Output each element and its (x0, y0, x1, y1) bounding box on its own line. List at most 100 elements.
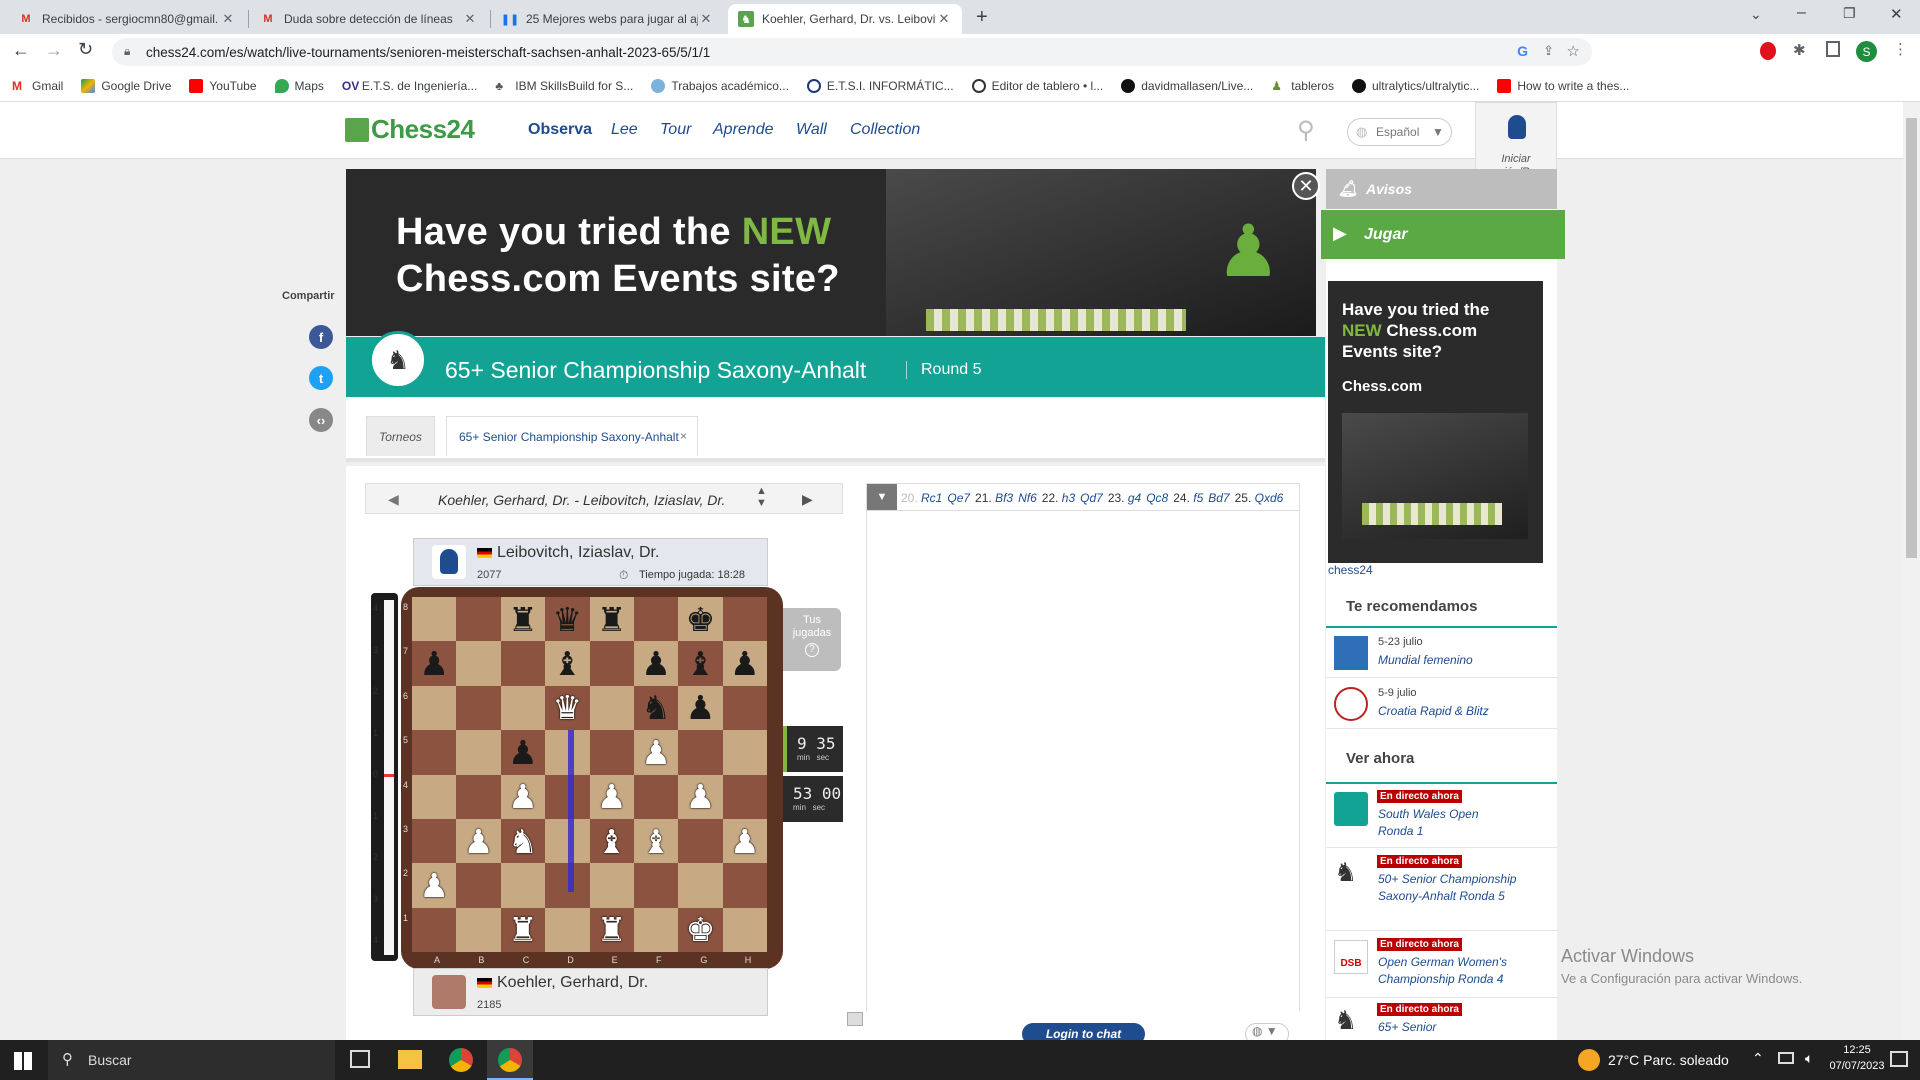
board-square[interactable]: ♛ (545, 597, 590, 642)
black-pawn-icon[interactable]: ♟ (641, 647, 671, 680)
board-square[interactable] (722, 774, 767, 819)
black-king-icon[interactable]: ♚ (686, 603, 716, 636)
board-square[interactable] (456, 907, 501, 952)
board-square[interactable] (589, 730, 634, 775)
minimize-icon[interactable]: – (1797, 4, 1806, 22)
language-select[interactable]: ◍ Español ▼ (1347, 118, 1452, 146)
sidebar-ad[interactable]: Have you tried the NEW Chess.com Events … (1328, 281, 1543, 563)
board-square[interactable] (500, 641, 546, 686)
list-item[interactable]: 5-23 julio Mundial femenino (1326, 628, 1557, 678)
move[interactable]: Qe7 (947, 491, 970, 505)
nav-aprende[interactable]: Aprende (713, 121, 774, 139)
board-square[interactable] (633, 774, 679, 819)
side-panel-icon[interactable] (1826, 41, 1840, 57)
board-square[interactable] (722, 597, 767, 642)
taskbar-search-input[interactable]: ⚲ Buscar (48, 1040, 335, 1080)
browser-tab[interactable]: ❚❚ 25 Mejores webs para jugar al aje ✕ (492, 4, 724, 34)
board-square[interactable]: ♟ (456, 818, 501, 864)
board-square[interactable]: ♜ (589, 907, 634, 952)
black-queen-icon[interactable]: ♛ (553, 603, 583, 636)
board-square[interactable] (412, 907, 457, 952)
chrome-icon[interactable] (449, 1048, 473, 1072)
board-square[interactable]: ♝ (633, 818, 679, 864)
board-square[interactable] (456, 774, 501, 819)
white-knight-icon[interactable]: ♞ (508, 825, 538, 858)
chess24-logo[interactable]: Chess24 (345, 114, 475, 145)
nav-tour[interactable]: Tour (660, 121, 691, 139)
new-tab-icon[interactable]: + (976, 6, 988, 29)
bookmark-github-live[interactable]: davidmallasen/Live... (1121, 78, 1253, 93)
move[interactable]: Bf3 (995, 491, 1013, 505)
back-icon[interactable]: ← (12, 40, 30, 61)
board-square[interactable]: ♟ (633, 730, 679, 775)
board-square[interactable]: ♞ (633, 685, 679, 731)
list-item[interactable]: 5-9 julio Croatia Rapid & Blitz (1326, 679, 1557, 729)
move[interactable]: Nf6 (1018, 491, 1037, 505)
board-square[interactable]: ♟ (412, 863, 457, 908)
share-page-icon[interactable]: ⇪ (1543, 43, 1554, 59)
board-square[interactable]: ♟ (633, 641, 679, 686)
clock[interactable]: 12:25 07/07/2023 (1827, 1044, 1887, 1072)
board-square[interactable] (589, 641, 634, 686)
move[interactable]: f5 (1193, 491, 1203, 505)
close-banner-icon[interactable]: ✕ (1292, 172, 1320, 200)
board-square[interactable]: ♟ (678, 774, 723, 819)
white-bishop-icon[interactable]: ♝ (597, 825, 627, 858)
windows-start-icon[interactable] (14, 1052, 32, 1070)
google-lens-icon[interactable]: G (1517, 43, 1528, 59)
board-square[interactable] (589, 863, 634, 908)
white-pawn-icon[interactable]: ♟ (464, 825, 494, 858)
play-button[interactable]: ▶ Jugar (1321, 210, 1565, 259)
file-explorer-icon[interactable] (398, 1050, 422, 1069)
forward-icon[interactable]: → (45, 40, 63, 61)
close-tab-icon[interactable]: ✕ (220, 11, 236, 27)
bookmark-github-ultralytics[interactable]: ultralytics/ultralytic... (1351, 78, 1479, 93)
white-pawn-icon[interactable]: ♟ (730, 825, 760, 858)
board-square[interactable]: ♜ (500, 597, 546, 642)
black-rook-icon[interactable]: ♜ (508, 603, 538, 636)
board-square[interactable] (456, 730, 501, 775)
white-pawn-icon[interactable]: ♟ (686, 780, 716, 813)
board-square[interactable] (678, 863, 723, 908)
move[interactable]: g4 (1128, 491, 1141, 505)
game-selector[interactable]: ◀ Koehler, Gerhard, Dr. - Leibovitch, Iz… (365, 483, 843, 514)
bookmark-trabajos[interactable]: Trabajos académico... (651, 78, 789, 93)
bookmark-editor-tablero[interactable]: Editor de tablero • l... (971, 78, 1103, 93)
board-square[interactable]: ♜ (589, 597, 634, 642)
board-square[interactable] (500, 685, 546, 731)
bookmark-drive[interactable]: Google Drive (81, 78, 171, 93)
task-view-icon[interactable] (350, 1050, 370, 1068)
board-square[interactable] (456, 641, 501, 686)
facebook-icon[interactable]: f (309, 325, 333, 349)
board-square[interactable] (678, 730, 723, 775)
board-square[interactable]: ♟ (722, 818, 767, 864)
board-square[interactable] (633, 863, 679, 908)
menu-kebab-icon[interactable]: ⋮ (1893, 40, 1908, 58)
board-square[interactable] (722, 685, 767, 731)
notes-icon[interactable] (847, 1012, 863, 1026)
board-square[interactable]: ♟ (678, 685, 723, 731)
white-pawn-icon[interactable]: ♟ (597, 780, 627, 813)
twitter-icon[interactable]: t (309, 366, 333, 390)
board-square[interactable] (678, 818, 723, 864)
board-square[interactable] (412, 730, 457, 775)
close-tab-icon[interactable]: ✕ (462, 11, 478, 27)
chrome-active-task[interactable] (487, 1040, 533, 1080)
address-bar[interactable]: 🔒︎ chess24.com/es/watch/live-tournaments… (112, 38, 1592, 66)
black-rook-icon[interactable]: ♜ (597, 603, 627, 636)
white-pawn-icon[interactable]: ♟ (508, 780, 538, 813)
nav-lee[interactable]: Lee (611, 121, 638, 139)
nav-collection[interactable]: Collection (850, 121, 920, 139)
notifications-button[interactable]: 🔔︎ Avisos (1326, 169, 1557, 209)
board-square[interactable]: ♝ (545, 641, 590, 686)
volume-icon[interactable]: 🔈︎ (1805, 1050, 1813, 1067)
board-square[interactable]: ♟ (412, 641, 457, 686)
bookmark-youtube-thesis[interactable]: How to write a thes... (1497, 78, 1629, 93)
move[interactable]: Bd7 (1208, 491, 1229, 505)
white-rook-icon[interactable]: ♜ (508, 913, 538, 946)
board-square[interactable] (722, 863, 767, 908)
bookmark-tableros[interactable]: ♟ tableros (1271, 79, 1334, 93)
board-square[interactable]: ♟ (500, 730, 546, 775)
nav-wall[interactable]: Wall (796, 121, 827, 139)
board-square[interactable] (412, 818, 457, 864)
